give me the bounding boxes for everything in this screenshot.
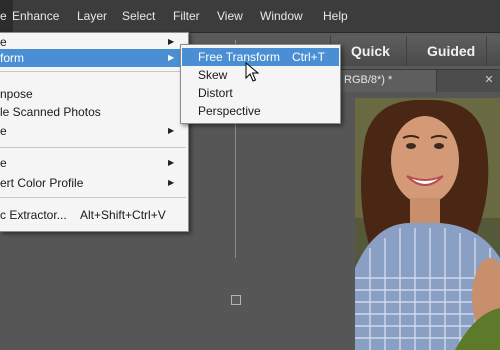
menu-item-convert-color-profile[interactable]: ert Color Profile ▶	[0, 174, 188, 192]
transform-handle-middle[interactable]	[231, 295, 241, 305]
menu-filter[interactable]: Filter	[173, 9, 200, 23]
menu-item-recompose[interactable]: npose	[0, 85, 188, 103]
arrow-cursor-icon	[245, 62, 260, 82]
tab-quick[interactable]: Quick	[330, 36, 411, 66]
menu-layer[interactable]: Layer	[77, 9, 107, 23]
menu-item-mode[interactable]: e ▶	[0, 154, 188, 172]
document-tab-title: RGB/8*) *	[344, 74, 393, 86]
menu-item-divide-scanned-photos[interactable]: le Scanned Photos	[0, 103, 188, 121]
shortcut-label: Ctrl+T	[292, 50, 325, 64]
menu-item-resize[interactable]: e ▶	[0, 122, 188, 140]
shortcut-label: Alt+Shift+Ctrl+V	[80, 208, 166, 222]
transform-submenu: Free Transform Ctrl+T Skew Distort Persp…	[180, 44, 341, 124]
menu-image[interactable]: e	[0, 0, 13, 32]
close-icon[interactable]: ✕	[483, 74, 495, 86]
menu-help[interactable]: Help	[323, 9, 348, 23]
tab-expert[interactable]	[486, 36, 500, 66]
chevron-right-icon: ▶	[168, 53, 175, 62]
menu-separator	[0, 71, 186, 72]
menu-item-transform[interactable]: form ▶	[0, 49, 188, 67]
photo-canvas[interactable]	[355, 98, 500, 350]
image-menu-dropdown: e ▶ form ▶ npose le Scanned Photos e ▶ e…	[0, 32, 189, 232]
photo-image	[355, 98, 500, 350]
menu-bar: e Enhance Layer Select Filter View Windo…	[0, 0, 500, 33]
menu-item-magic-extractor[interactable]: c Extractor... Alt+Shift+Ctrl+V	[0, 206, 188, 224]
menu-enhance[interactable]: Enhance	[12, 9, 59, 23]
menu-view[interactable]: View	[217, 9, 243, 23]
chevron-right-icon: ▶	[168, 126, 175, 135]
chevron-right-icon: ▶	[168, 178, 175, 187]
menu-select[interactable]: Select	[122, 9, 155, 23]
tab-guided[interactable]: Guided	[406, 36, 497, 66]
menu-window[interactable]: Window	[260, 9, 303, 23]
menu-separator	[0, 197, 186, 198]
chevron-right-icon: ▶	[168, 158, 175, 167]
menu-item-distort[interactable]: Distort	[182, 84, 339, 102]
menu-item-perspective[interactable]: Perspective	[182, 102, 339, 120]
menu-separator	[0, 147, 186, 148]
